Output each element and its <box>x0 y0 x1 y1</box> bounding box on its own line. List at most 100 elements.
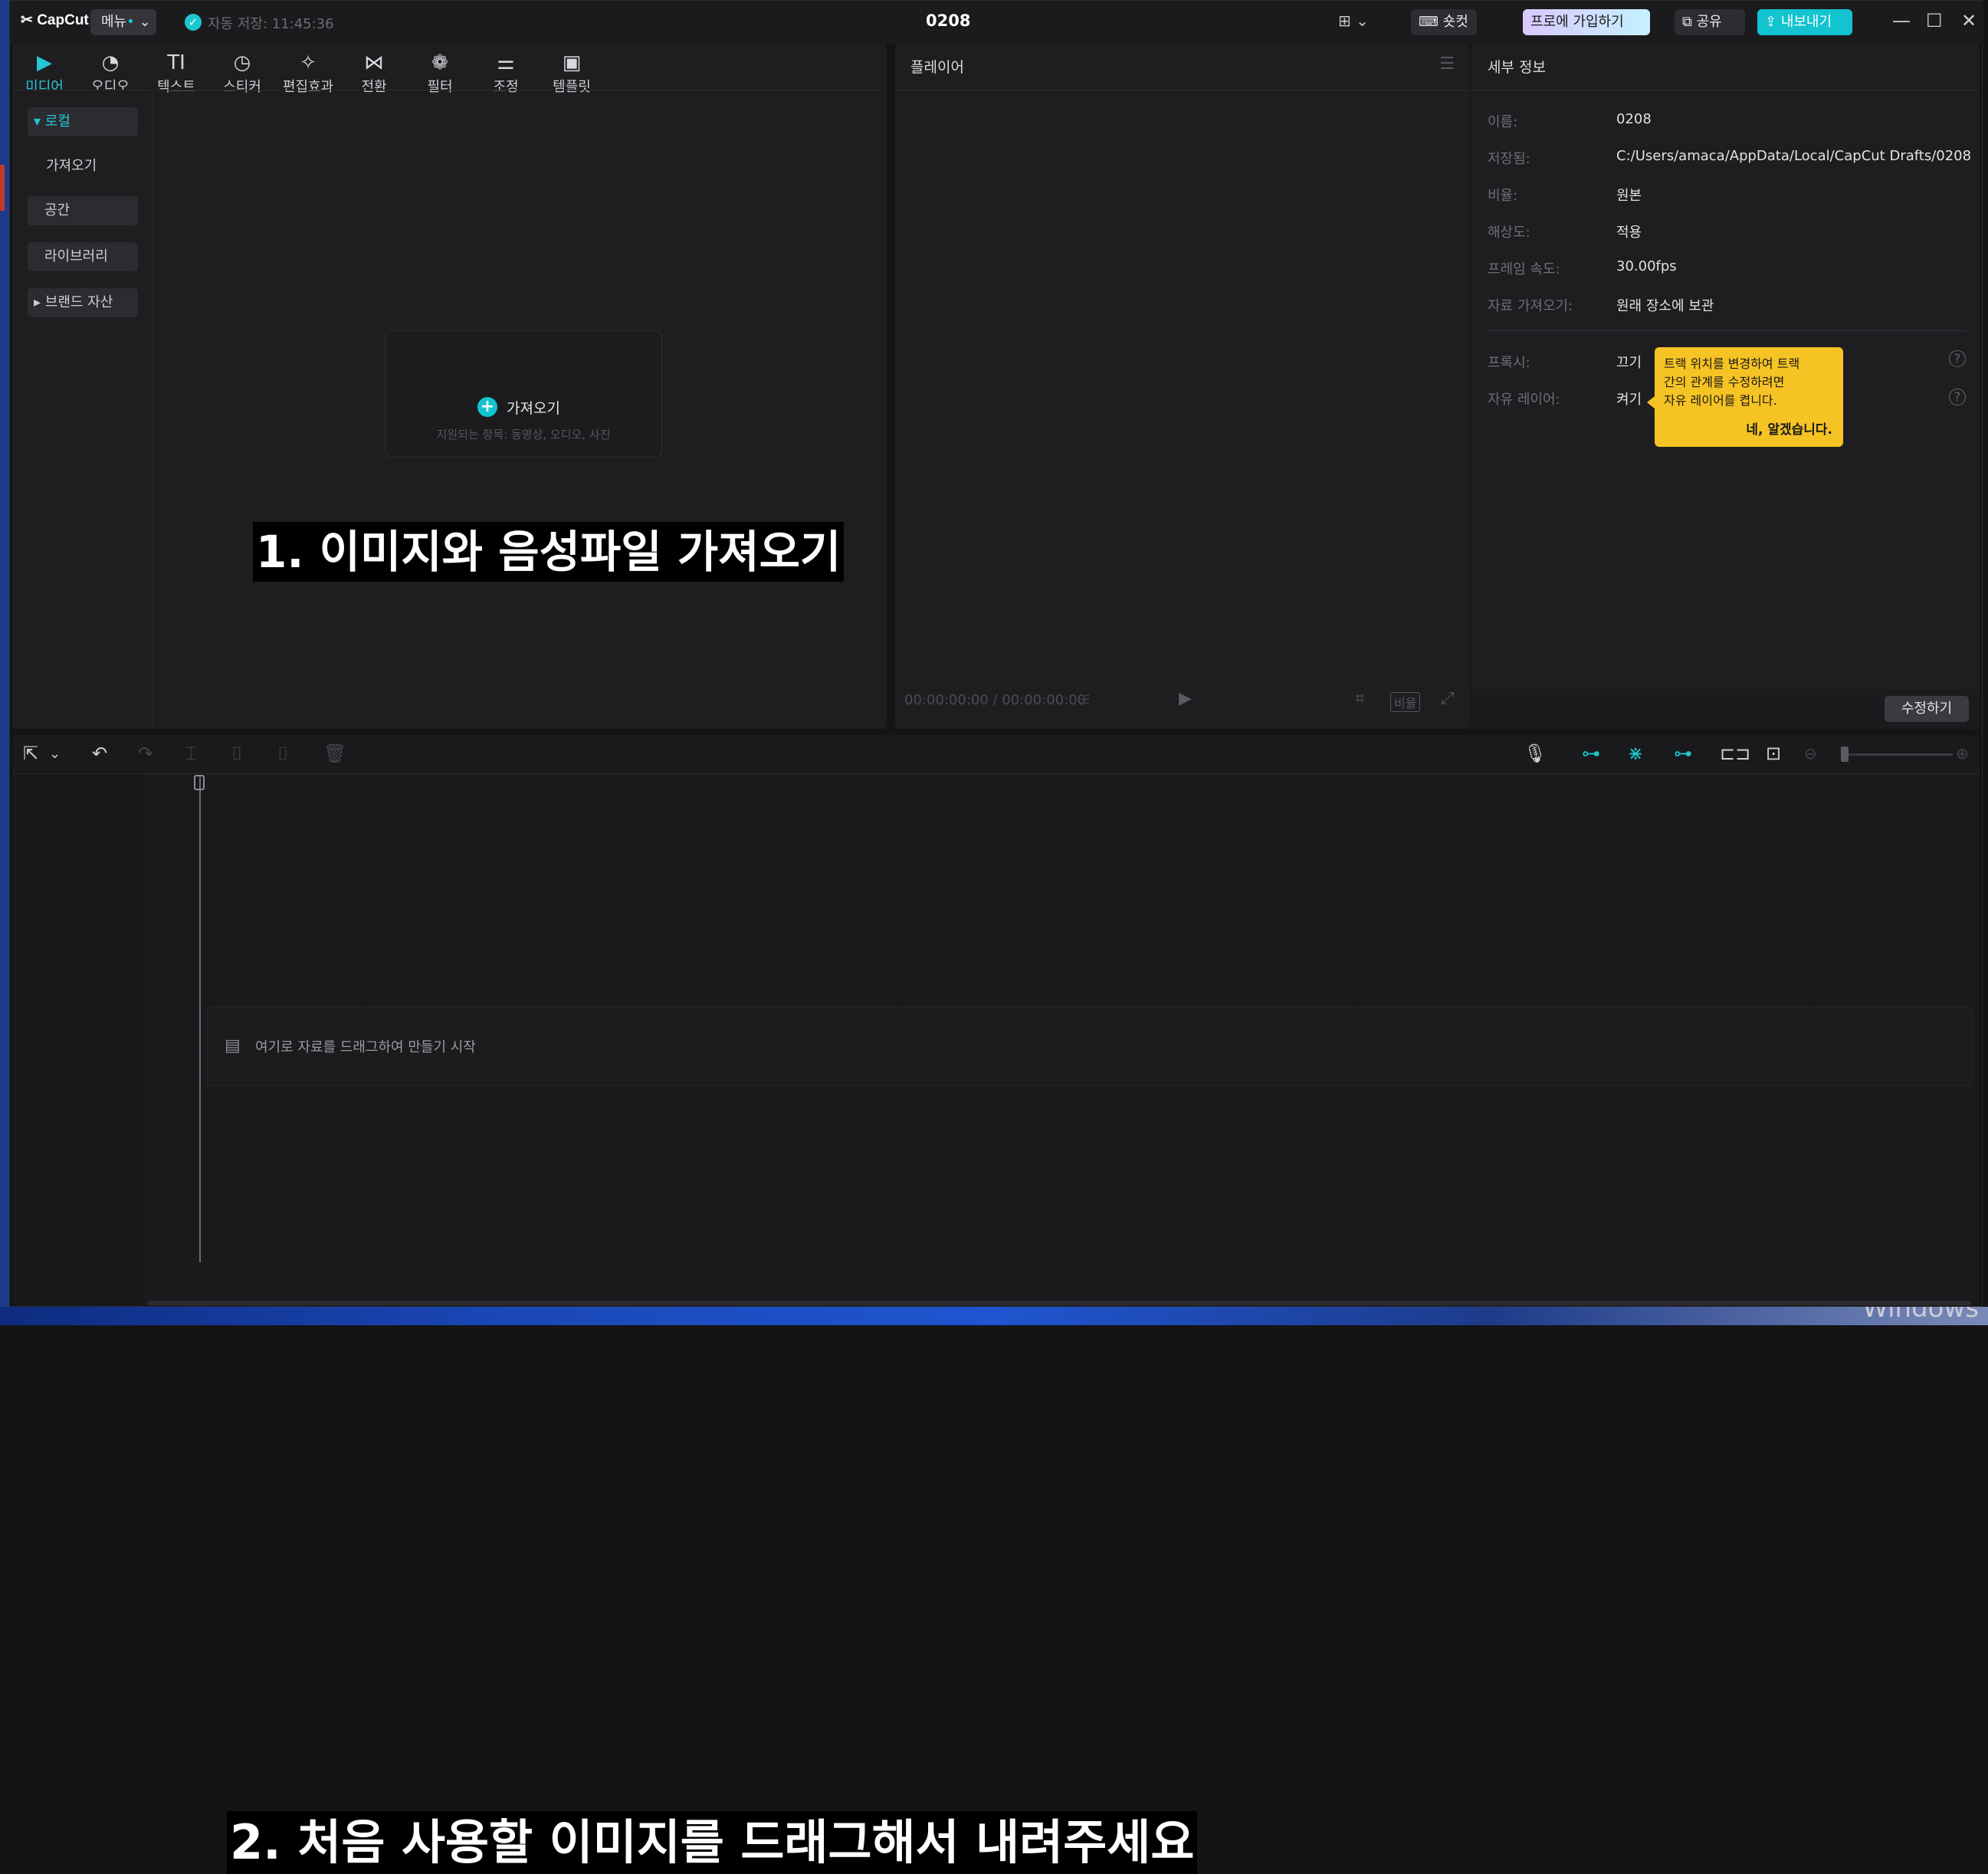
tab-template-label: 템플릿 <box>553 79 591 95</box>
menu-icon[interactable]: ☰ <box>1439 54 1455 74</box>
export-button[interactable]: ⇪ 내보내기 <box>1757 9 1852 35</box>
sidebar-item-local[interactable]: ▾ 로컬 <box>28 107 138 136</box>
menu-label: 메뉴 <box>101 14 127 30</box>
media-panel: ▶ 미디어 ◔ 오디오 TI 텍스트 ◷ 스티커 ✧ 편집효과 ⋈ 전환 ❁ 필터 ⚌ 조정 ▣… <box>12 44 887 729</box>
timeline-toolbar: ⇱ ⌄ ↶ ↷ ⌶ ⌷ ⌷ 🗑 🎙 ⊶ ⋇ ⊶ ⊏⊐ ⊡ ⊖ ⊕ <box>12 735 1980 774</box>
caret-down-icon: ▾ <box>34 113 45 130</box>
shortcut-button[interactable]: ⌨ 숏컷 <box>1411 9 1477 35</box>
tab-adjust-label: 조정 <box>493 79 519 95</box>
menu-button[interactable]: 메뉴• ⌄ <box>90 9 156 35</box>
autosave-status: 자동 저장: 11:45:36 <box>208 16 334 32</box>
free-layer-toggle[interactable]: 켜기 <box>1616 389 1642 409</box>
player-title: 플레이어 <box>910 59 964 76</box>
audio-icon: ◔ <box>101 51 120 74</box>
import-button-label: 가져오기 <box>507 400 560 417</box>
playhead[interactable] <box>199 775 201 1262</box>
tab-sticker-label: 스티커 <box>223 79 261 95</box>
detail-title: 세부 정보 <box>1488 59 1546 76</box>
tab-media[interactable]: ▶ 미디어 <box>12 50 77 96</box>
tooltip-text-line-3: 자유 레이어를 켭니다. <box>1664 393 1777 408</box>
sidebar-item-import[interactable]: 가져오기 <box>28 152 138 181</box>
drop-hint: 여기로 자료를 드래그하여 만들기 시작 <box>255 1039 476 1055</box>
sticker-icon: ◷ <box>233 51 251 74</box>
tab-filter-label: 필터 <box>427 79 453 95</box>
detail-value-resolution: 적용 <box>1616 225 1642 241</box>
tab-sticker[interactable]: ◷ 스티커 <box>210 50 274 96</box>
free-layer-tooltip: 트랙 위치를 변경하여 트랙 간의 관계를 수정하려면 자유 레이어를 켭니다.… <box>1647 347 1843 447</box>
detail-value-framerate: 30.00fps <box>1616 258 1677 274</box>
tab-audio[interactable]: ◔ 오디오 <box>78 50 143 96</box>
maximize-icon[interactable]: ☐ <box>1926 10 1943 31</box>
timeline-drop-zone[interactable]: ▤ 여기로 자료를 드래그하여 만들기 시작 <box>207 1006 1973 1086</box>
crop-icon[interactable]: ⌗ <box>1355 689 1364 708</box>
detail-label-ratio: 비율: <box>1488 188 1518 204</box>
sidebar-item-library[interactable]: 라이브러리 <box>28 242 138 271</box>
film-icon: ▤ <box>225 1036 241 1055</box>
tab-transition[interactable]: ⋈ 전환 <box>342 50 406 96</box>
tab-filter[interactable]: ❁ 필터 <box>408 50 472 96</box>
desktop-taskbar-strip <box>0 1307 1988 1325</box>
tab-effects-label: 편집효과 <box>282 79 334 95</box>
detail-label-proxy: 프록시: <box>1488 355 1530 371</box>
close-icon[interactable]: ✕ <box>1961 10 1977 31</box>
microphone-icon[interactable]: 🎙 <box>1524 743 1547 764</box>
plus-icon: + <box>477 397 497 417</box>
fullscreen-icon[interactable]: ⤢ <box>1441 689 1455 708</box>
help-icon[interactable]: ? <box>1949 350 1966 367</box>
zoom-out-icon[interactable]: ⊖ <box>1804 744 1817 763</box>
media-sidebar: ▾ 로컬 가져오기 공간 라이브러리 ▸ 브랜드 자산 <box>12 90 153 729</box>
tab-transition-label: 전환 <box>361 79 387 95</box>
tab-template[interactable]: ▣ 템플릿 <box>540 50 604 96</box>
shortcut-label: 숏컷 <box>1442 14 1468 30</box>
trim-right-icon[interactable]: ⌷ <box>277 743 288 764</box>
minimize-icon[interactable]: — <box>1892 10 1911 31</box>
title-bar: ✂ CapCut 메뉴• ⌄ ✓ 자동 저장: 11:45:36 0208 ⊞ … <box>10 1 1983 44</box>
track-header-column <box>12 774 144 1306</box>
autosave-check-icon: ✓ <box>185 14 202 31</box>
layout-icon[interactable]: ⊞ ⌄ <box>1338 11 1375 31</box>
import-dropzone[interactable]: + 가져오기 지원되는 항목: 동영상, 오디오, 사진 <box>385 330 662 458</box>
timeline-panel: ⇱ ⌄ ↶ ↷ ⌶ ⌷ ⌷ 🗑 🎙 ⊶ ⋇ ⊶ ⊏⊐ ⊡ ⊖ ⊕ ▤ 여기로 자… <box>12 735 1980 1874</box>
tooltip-confirm-button[interactable]: 네, 알겠습니다. <box>1746 421 1832 439</box>
split-icon[interactable]: ⌶ <box>185 743 196 764</box>
timeline-scrollbar[interactable] <box>147 1301 1971 1305</box>
share-label: 공유 <box>1696 14 1722 30</box>
playhead-handle[interactable] <box>194 775 205 790</box>
chevron-down-icon[interactable]: ⌄ <box>49 746 61 762</box>
ratio-button[interactable]: 비율 <box>1390 692 1421 712</box>
zoom-slider-handle[interactable] <box>1841 747 1849 762</box>
zoom-slider-track[interactable] <box>1845 753 1953 756</box>
link-icon[interactable]: ⊶ <box>1674 743 1692 764</box>
player-panel: 플레이어 ☰ 00:00:00:00 / 00:00:00:00 ☷ ▶ ⌗ 비… <box>895 44 1470 729</box>
tooltip-text-line-1: 트랙 위치를 변경하여 트랙 <box>1664 356 1800 371</box>
upload-icon: ⇪ <box>1765 14 1781 30</box>
text-icon: TI <box>167 51 185 74</box>
zoom-in-icon[interactable]: ⊕ <box>1956 744 1969 763</box>
caret-right-icon: ▸ <box>34 294 45 310</box>
tab-adjust[interactable]: ⚌ 조정 <box>474 50 538 96</box>
export-label: 내보내기 <box>1780 14 1832 30</box>
help-icon[interactable]: ? <box>1949 389 1966 405</box>
auto-snap-icon[interactable]: ⋇ <box>1628 743 1643 764</box>
tab-effects[interactable]: ✧ 편집효과 <box>276 50 340 96</box>
preview-icon[interactable]: ⊡ <box>1766 743 1781 764</box>
main-track-magnet-icon[interactable]: ⊶ <box>1582 743 1600 764</box>
effects-icon: ✧ <box>300 51 317 74</box>
proxy-toggle[interactable]: 끄기 <box>1616 352 1642 372</box>
sidebar-item-brand-assets[interactable]: ▸ 브랜드 자산 <box>28 288 138 317</box>
share-button[interactable]: ⧉ 공유 <box>1675 9 1745 35</box>
redo-icon[interactable]: ↷ <box>138 743 153 764</box>
pro-subscribe-button[interactable]: 프로에 가입하기 <box>1523 9 1650 35</box>
modify-button[interactable]: 수정하기 <box>1885 696 1969 722</box>
select-cursor-icon[interactable]: ⇱ <box>23 743 38 764</box>
split-preview-icon[interactable]: ⊏⊐ <box>1720 743 1750 764</box>
filter-icon: ❁ <box>431 51 448 74</box>
play-icon[interactable]: ▶ <box>1179 689 1192 708</box>
share-icon: ⧉ <box>1682 14 1697 30</box>
delete-icon[interactable]: 🗑 <box>323 743 346 764</box>
tab-text[interactable]: TI 텍스트 <box>144 50 208 96</box>
player-timecode: 00:00:00:00 / 00:00:00:00 <box>904 692 1087 708</box>
trim-left-icon[interactable]: ⌷ <box>231 743 242 764</box>
undo-icon[interactable]: ↶ <box>92 743 107 764</box>
sidebar-item-space[interactable]: 공간 <box>28 196 138 225</box>
